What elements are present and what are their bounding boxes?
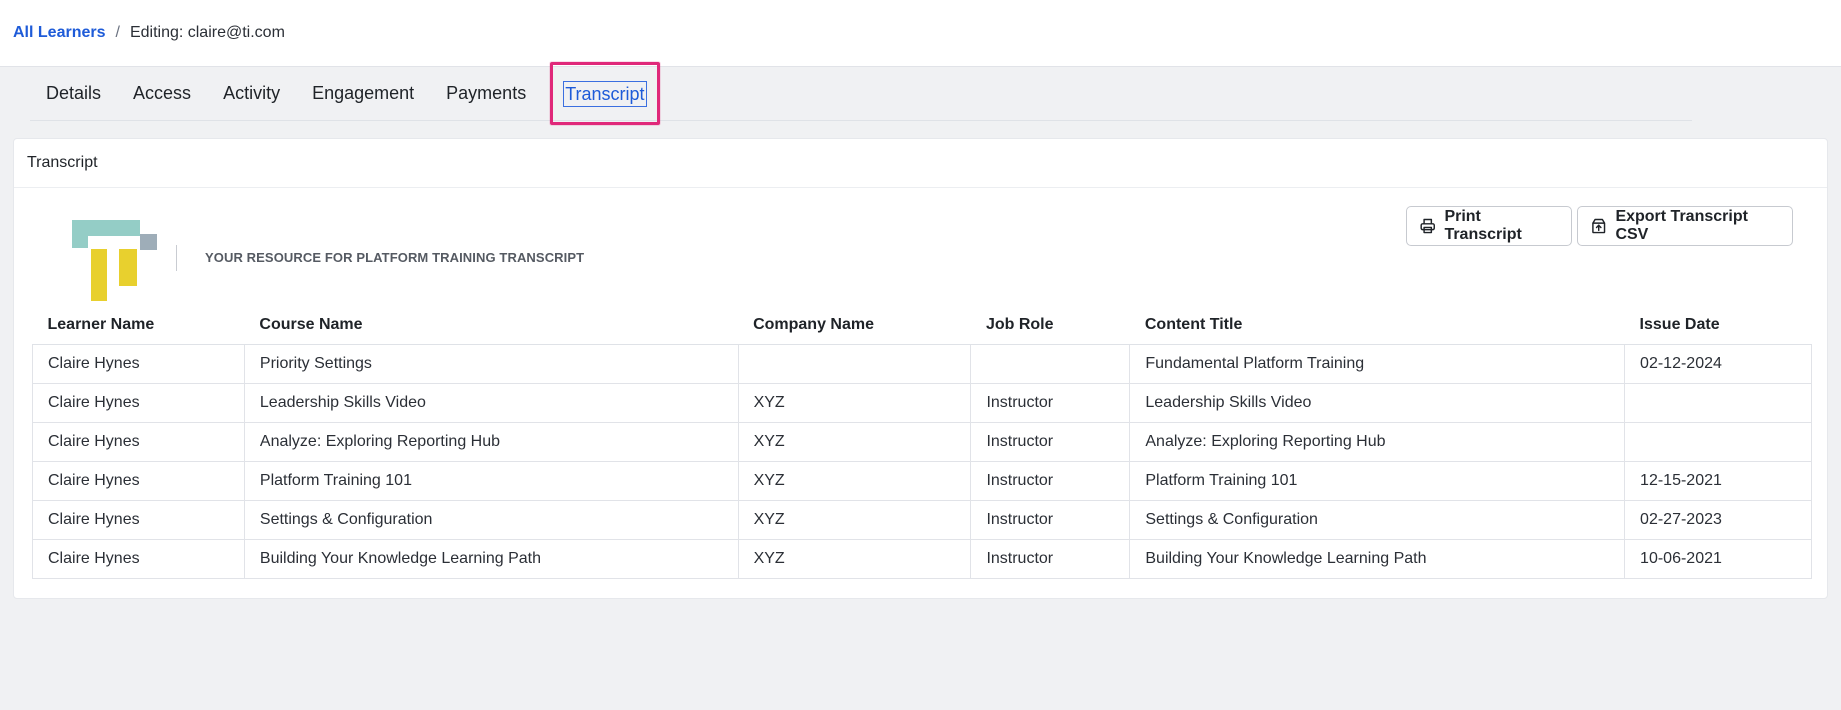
table-row: Claire Hynes Building Your Knowledge Lea… bbox=[32, 538, 1812, 579]
header-course-name: Course Name bbox=[244, 306, 739, 345]
cell-content-title: Platform Training 101 bbox=[1129, 460, 1626, 501]
tab-label: Transcript bbox=[563, 80, 647, 107]
tab-engagement[interactable]: Engagement bbox=[296, 67, 430, 121]
cell-content-title: Building Your Knowledge Learning Path bbox=[1129, 538, 1626, 579]
card-title: Transcript bbox=[14, 139, 1827, 188]
tab-activity[interactable]: Activity bbox=[207, 67, 296, 121]
cell-company-name: XYZ bbox=[737, 460, 972, 501]
cell-company-name: XYZ bbox=[737, 538, 972, 579]
transcript-tagline: YOUR RESOURCE FOR PLATFORM TRAINING TRAN… bbox=[205, 250, 585, 265]
export-transcript-label: Export Transcript CSV bbox=[1615, 208, 1748, 243]
cell-course-name: Platform Training 101 bbox=[243, 460, 739, 501]
cell-content-title: Fundamental Platform Training bbox=[1129, 343, 1626, 384]
tab-bar: Details Access Activity Engagement Payme… bbox=[30, 62, 1692, 125]
cell-course-name: Leadership Skills Video bbox=[243, 382, 739, 423]
cell-learner-name: Claire Hynes bbox=[32, 460, 245, 501]
cell-learner-name: Claire Hynes bbox=[32, 421, 245, 462]
cell-job-role: Instructor bbox=[970, 421, 1131, 462]
transcript-card: Transcript YOUR RESOURCE FOR PLATFORM TR… bbox=[13, 138, 1828, 599]
cell-job-role: Instructor bbox=[970, 538, 1131, 579]
cell-issue-date bbox=[1624, 382, 1812, 423]
breadcrumb-separator: / bbox=[115, 24, 120, 41]
header-issue-date: Issue Date bbox=[1624, 306, 1812, 345]
table-header-row: Learner Name Course Name Company Name Jo… bbox=[32, 306, 1812, 345]
cell-issue-date bbox=[1624, 421, 1812, 462]
table-row: Claire Hynes Leadership Skills Video XYZ… bbox=[32, 382, 1812, 423]
cell-job-role: Instructor bbox=[970, 499, 1131, 540]
cell-course-name: Analyze: Exploring Reporting Hub bbox=[243, 421, 739, 462]
breadcrumb-bar: All Learners / Editing: claire@ti.com bbox=[0, 0, 1841, 67]
header-job-role: Job Role bbox=[970, 306, 1130, 345]
cell-course-name: Priority Settings bbox=[243, 343, 739, 384]
export-icon bbox=[1592, 218, 1606, 234]
cell-company-name: XYZ bbox=[737, 421, 972, 462]
breadcrumb-current: Editing: claire@ti.com bbox=[129, 24, 285, 41]
logo-yellow-right bbox=[119, 249, 137, 286]
tab-payments[interactable]: Payments bbox=[430, 67, 542, 121]
header-content-title: Content Title bbox=[1129, 306, 1625, 345]
export-transcript-csv-button[interactable]: Export Transcript CSV bbox=[1577, 206, 1793, 246]
transcript-table: Learner Name Course Name Company Name Jo… bbox=[32, 306, 1812, 579]
logo-teal-bar bbox=[72, 220, 140, 236]
platform-logo bbox=[72, 220, 157, 301]
tab-label: Payments bbox=[446, 83, 527, 103]
cell-company-name bbox=[737, 343, 972, 384]
header-learner-name: Learner Name bbox=[32, 306, 245, 345]
cell-job-role: Instructor bbox=[970, 382, 1131, 423]
cell-learner-name: Claire Hynes bbox=[32, 382, 245, 423]
cell-learner-name: Claire Hynes bbox=[32, 343, 245, 384]
table-row: Claire Hynes Analyze: Exploring Reportin… bbox=[32, 421, 1812, 462]
cell-content-title: Leadership Skills Video bbox=[1129, 382, 1626, 423]
cell-content-title: Settings & Configuration bbox=[1129, 499, 1626, 540]
cell-issue-date: 02-12-2024 bbox=[1624, 343, 1812, 384]
cell-issue-date: 12-15-2021 bbox=[1624, 460, 1812, 501]
tab-access[interactable]: Access bbox=[117, 67, 207, 121]
breadcrumb-all-learners-link[interactable]: All Learners bbox=[13, 24, 105, 42]
cell-course-name: Building Your Knowledge Learning Path bbox=[243, 538, 739, 579]
table-row: Claire Hynes Platform Training 101 XYZ I… bbox=[32, 460, 1812, 501]
tab-label: Details bbox=[46, 83, 102, 103]
cell-company-name: XYZ bbox=[737, 382, 972, 423]
cell-job-role: Instructor bbox=[970, 460, 1131, 501]
printer-icon bbox=[1420, 218, 1435, 234]
logo-teal-stem bbox=[72, 236, 88, 248]
tab-details[interactable]: Details bbox=[30, 67, 117, 121]
cell-learner-name: Claire Hynes bbox=[32, 538, 245, 579]
tab-transcript[interactable]: Transcript bbox=[550, 62, 660, 125]
logo-yellow-left bbox=[91, 249, 107, 301]
tab-label: Activity bbox=[223, 83, 281, 103]
cell-job-role bbox=[970, 343, 1131, 384]
tab-label: Engagement bbox=[312, 83, 415, 103]
cell-learner-name: Claire Hynes bbox=[32, 499, 245, 540]
logo-gray-square bbox=[140, 234, 157, 250]
cell-company-name: XYZ bbox=[737, 499, 972, 540]
table-row: Claire Hynes Priority Settings Fundament… bbox=[32, 343, 1812, 384]
cell-issue-date: 10-06-2021 bbox=[1624, 538, 1812, 579]
tab-label: Access bbox=[133, 83, 192, 103]
print-transcript-button[interactable]: Print Transcript bbox=[1406, 206, 1572, 246]
cell-content-title: Analyze: Exploring Reporting Hub bbox=[1129, 421, 1626, 462]
table-row: Claire Hynes Settings & Configuration XY… bbox=[32, 499, 1812, 540]
logo-divider bbox=[176, 245, 177, 271]
print-transcript-label: Print Transcript bbox=[1444, 208, 1522, 243]
cell-course-name: Settings & Configuration bbox=[243, 499, 739, 540]
header-company-name: Company Name bbox=[738, 306, 971, 345]
cell-issue-date: 02-27-2023 bbox=[1624, 499, 1812, 540]
